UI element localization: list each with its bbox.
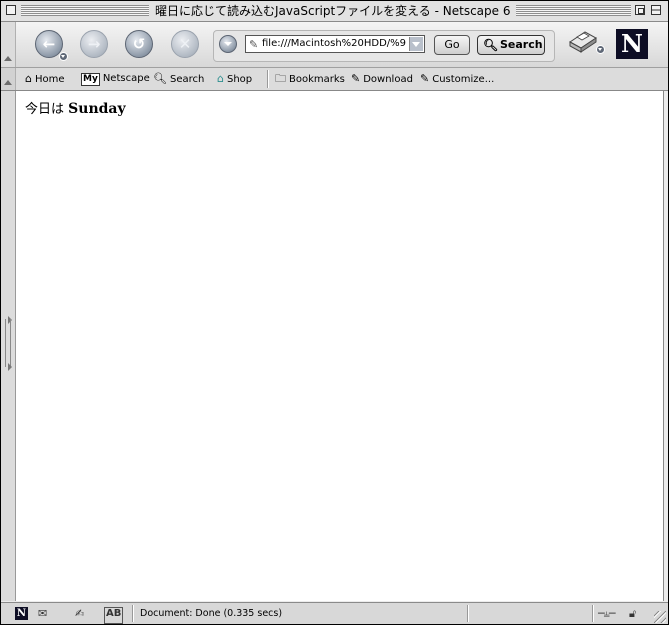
close-box-icon[interactable] bbox=[6, 5, 16, 15]
go-button[interactable]: Go bbox=[434, 35, 470, 55]
toolbar-search-button[interactable]: 🔍︎ Search bbox=[153, 71, 204, 87]
netscape-label: Netscape bbox=[102, 73, 150, 84]
status-text: Document: Done (0.335 secs) bbox=[140, 608, 283, 619]
bookmark-link-icon: ✎ bbox=[420, 72, 430, 85]
reload-icon: ↺ bbox=[132, 35, 146, 53]
reload-button[interactable]: ↺ bbox=[125, 30, 153, 58]
back-arrow-icon: ← bbox=[42, 35, 56, 53]
status-separator bbox=[467, 605, 468, 622]
zoom-box-icon[interactable] bbox=[635, 5, 645, 15]
personal-toolbar: ⌂ Home My Netscape 🔍︎ Search ⌂ Shop 🗀︎ Bookma… bbox=[1, 68, 668, 91]
status-separator bbox=[592, 605, 593, 622]
toolbar-grippy[interactable] bbox=[1, 22, 16, 67]
address-book-icon[interactable]: AB bbox=[104, 607, 124, 624]
search-button-label: Search bbox=[500, 38, 543, 51]
stop-button[interactable]: ✕ bbox=[171, 30, 199, 58]
url-text: file:///Macintosh%20HDD/%9 bbox=[262, 38, 407, 49]
today-prefix: 今日は bbox=[25, 102, 65, 117]
url-input[interactable]: ✎ file:///Macintosh%20HDD/%9 bbox=[245, 35, 425, 53]
shop-icon: ⌂ bbox=[217, 72, 224, 85]
page-text: 今日は Sunday bbox=[25, 98, 126, 117]
search-label: Search bbox=[169, 74, 205, 85]
url-dropdown-arrow-icon[interactable] bbox=[409, 37, 423, 51]
forward-arrow-icon: → bbox=[87, 35, 101, 53]
page-proxy-icon[interactable]: ✎ bbox=[249, 38, 258, 51]
status-bar: N ✉ ✍ AB Document: Done (0.335 secs) ─⫨─… bbox=[1, 602, 668, 624]
window-title: 曜日に応じて読み込むJavaScriptファイルを変える - Netscape … bbox=[149, 3, 517, 19]
back-history-dropdown-icon[interactable] bbox=[59, 52, 68, 61]
print-icon[interactable] bbox=[567, 28, 599, 56]
status-separator bbox=[132, 605, 133, 622]
collapse-box-icon[interactable] bbox=[651, 5, 661, 15]
bookmark-link-icon: ✎ bbox=[351, 72, 361, 85]
print-dropdown-icon[interactable] bbox=[596, 45, 605, 54]
toolbar-separator bbox=[267, 70, 268, 88]
navigation-toolbar: ← → ↺ ✕ ✎ file:///Macintosh%20HDD/%9 Go … bbox=[1, 22, 668, 68]
toolbar-shop-button[interactable]: ⌂ Shop bbox=[217, 71, 252, 87]
sidebar-grippy[interactable] bbox=[1, 91, 16, 601]
home-label: Home bbox=[34, 74, 65, 85]
security-lock-icon[interactable]: 🔓︎ bbox=[629, 606, 636, 621]
customize-bookmark-link[interactable]: ✎ Customize... bbox=[420, 71, 494, 87]
customize-label: Customize... bbox=[432, 74, 495, 85]
composer-icon[interactable]: ✍ bbox=[75, 606, 84, 621]
search-button[interactable]: 🔍︎ Search bbox=[477, 35, 545, 55]
title-bar[interactable]: 曜日に応じて読み込むJavaScriptファイルを変える - Netscape … bbox=[1, 1, 668, 22]
url-history-dropdown-icon[interactable] bbox=[219, 35, 237, 53]
home-icon: ⌂ bbox=[25, 72, 32, 85]
search-magnifier-icon: 🔍︎ bbox=[483, 38, 499, 52]
download-label: Download bbox=[363, 74, 413, 85]
forward-button[interactable]: → bbox=[80, 30, 108, 58]
shop-label: Shop bbox=[226, 74, 253, 85]
netscape-throbber-icon[interactable]: N bbox=[616, 29, 648, 59]
sidebar-grippy-notch bbox=[5, 319, 11, 367]
bookmarks-menu-button[interactable]: 🗀︎ Bookmarks bbox=[275, 71, 345, 87]
toolbar-home-button[interactable]: ⌂ Home bbox=[25, 71, 65, 87]
online-offline-icon[interactable]: ─⫨─ bbox=[598, 606, 615, 621]
day-of-week: Sunday bbox=[68, 101, 126, 117]
bookmarks-label: Bookmarks bbox=[289, 74, 345, 85]
my-netscape-icon: My bbox=[81, 73, 100, 86]
bookmarks-folder-icon: 🗀︎ bbox=[275, 72, 286, 85]
download-bookmark-link[interactable]: ✎ Download bbox=[351, 71, 413, 87]
sidebar-expand-arrow-icon bbox=[8, 363, 12, 371]
resize-grip-icon[interactable] bbox=[654, 611, 666, 623]
toolbar-netscape-button[interactable]: My Netscape bbox=[81, 71, 150, 87]
netscape-component-icon[interactable]: N bbox=[15, 607, 28, 620]
page-content: 今日は Sunday bbox=[16, 91, 664, 601]
stop-icon: ✕ bbox=[178, 35, 192, 53]
mail-icon[interactable]: ✉ bbox=[38, 606, 47, 621]
search-icon: 🔍︎ bbox=[153, 72, 167, 85]
browser-window: 曜日に応じて読み込むJavaScriptファイルを変える - Netscape … bbox=[0, 0, 669, 625]
personal-toolbar-grippy[interactable] bbox=[1, 68, 16, 90]
